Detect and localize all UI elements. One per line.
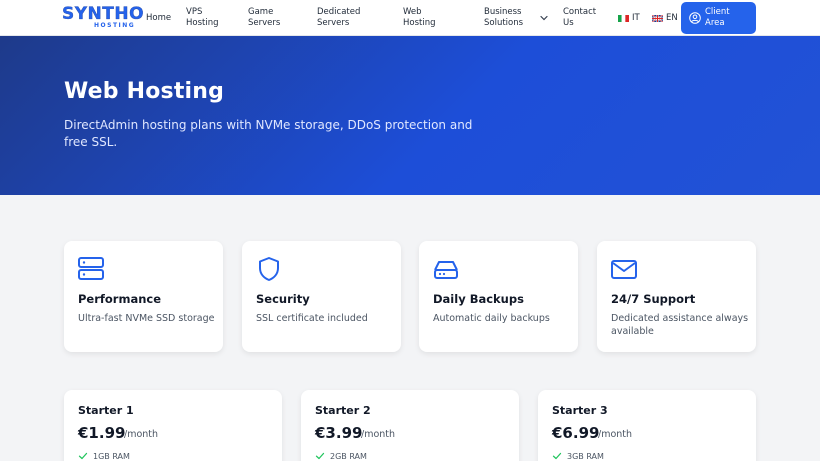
nav-vps-hosting-link[interactable]: VPS Hosting — [186, 7, 219, 29]
feature-title: 24/7 Support — [611, 292, 696, 306]
feature-description: Automatic daily backups — [433, 313, 550, 324]
feature-title: Daily Backups — [433, 292, 524, 306]
feature-card-backups: Daily Backups Automatic daily backups — [419, 241, 578, 352]
server-icon — [78, 257, 104, 280]
plan-feature-label: 3GB RAM — [567, 451, 604, 461]
nav-dedicated-servers-link[interactable]: Dedicated Servers — [317, 7, 360, 29]
nav-home-link[interactable]: Home — [146, 13, 171, 24]
plan-name: Starter 3 — [552, 404, 608, 417]
page-title: Web Hosting — [64, 79, 225, 104]
mail-icon — [611, 260, 637, 279]
feature-description: Dedicated assistance always available — [611, 313, 749, 337]
plan-card-starter-3[interactable]: Starter 3 €6.99 /month 3GB RAM — [538, 390, 756, 461]
client-area-label: Client Area — [705, 7, 730, 28]
nav-web-hosting-link[interactable]: Web Hosting — [403, 7, 436, 29]
plan-feature: 3GB RAM — [552, 451, 604, 461]
hero-subtitle: DirectAdmin hosting plans with NVMe stor… — [64, 118, 473, 149]
nav-business-solutions-link[interactable]: Business Solutions — [484, 7, 523, 29]
feature-card-performance: Performance Ultra-fast NVMe SSD storage — [64, 241, 223, 352]
plan-price: €1.99 — [78, 424, 126, 442]
plan-period: /month — [598, 429, 633, 440]
plan-feature-label: 2GB RAM — [330, 451, 367, 461]
feature-title: Security — [256, 292, 310, 306]
top-navbar: SYNTHO HOSTING Home VPS Hosting Game Ser… — [0, 0, 820, 36]
feature-description: Ultra-fast NVMe SSD storage — [78, 313, 215, 324]
italy-flag-icon — [618, 14, 629, 22]
check-icon — [552, 452, 562, 460]
plan-feature-label: 1GB RAM — [93, 451, 130, 461]
logo[interactable]: SYNTHO HOSTING — [62, 4, 144, 29]
plan-name: Starter 1 — [78, 404, 134, 417]
plan-name: Starter 2 — [315, 404, 371, 417]
chevron-down-icon[interactable] — [539, 13, 549, 23]
language-it-button[interactable]: IT — [618, 13, 640, 23]
language-en-label: EN — [666, 13, 678, 23]
logo-subtext: HOSTING — [94, 22, 136, 29]
plan-card-starter-1[interactable]: Starter 1 €1.99 /month 1GB RAM — [64, 390, 282, 461]
nav-contact-link[interactable]: Contact Us — [563, 7, 596, 29]
nav-game-servers-link[interactable]: Game Servers — [248, 7, 280, 29]
plan-feature: 2GB RAM — [315, 451, 367, 461]
language-it-label: IT — [632, 13, 640, 23]
plan-period: /month — [361, 429, 396, 440]
uk-flag-icon — [652, 14, 663, 22]
check-icon — [315, 452, 325, 460]
check-icon — [78, 452, 88, 460]
feature-card-security: Security SSL certificate included — [242, 241, 401, 352]
feature-title: Performance — [78, 292, 162, 306]
shield-icon — [259, 257, 279, 281]
plan-price: €3.99 — [315, 424, 363, 442]
hero-banner: Web Hosting DirectAdmin hosting plans wi… — [0, 36, 820, 195]
plan-price: €6.99 — [552, 424, 600, 442]
hard-drive-icon — [434, 261, 458, 279]
plan-card-starter-2[interactable]: Starter 2 €3.99 /month 2GB RAM — [301, 390, 519, 461]
plan-feature: 1GB RAM — [78, 451, 130, 461]
plan-period: /month — [124, 429, 159, 440]
user-circle-icon — [689, 12, 701, 24]
client-area-button[interactable]: Client Area — [681, 2, 756, 34]
language-en-button[interactable]: EN — [652, 13, 678, 23]
feature-card-support: 24/7 Support Dedicated assistance always… — [597, 241, 756, 352]
feature-description: SSL certificate included — [256, 313, 368, 324]
